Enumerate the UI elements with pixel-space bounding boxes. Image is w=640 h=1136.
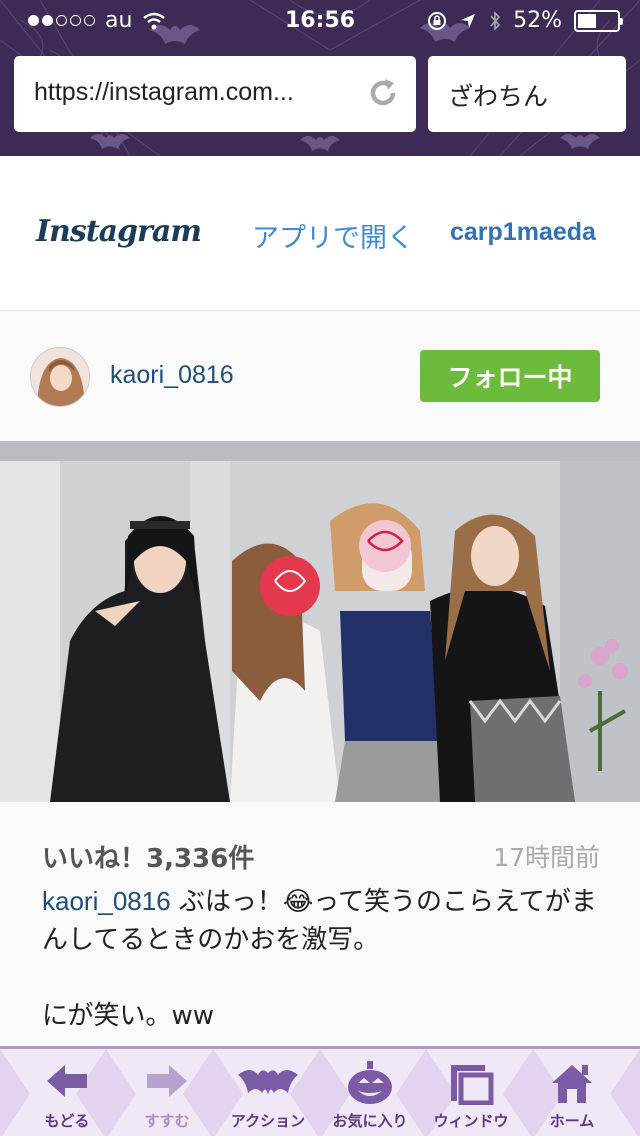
instagram-header: Instagram アプリで開く carp1maeda <box>0 156 640 311</box>
address-url[interactable]: https://instagram.com... <box>34 78 294 107</box>
current-user-link[interactable]: carp1maeda <box>450 218 596 247</box>
forward-label: すすむ <box>144 1112 190 1130</box>
status-right-group: 52% <box>427 8 623 33</box>
window-button[interactable]: ウィンドウ <box>421 1049 521 1136</box>
search-query[interactable]: ざわちん <box>448 77 548 113</box>
forward-button[interactable]: すすむ <box>117 1049 217 1136</box>
browser-top-bar: au 16:56 52% https://instagram.com... ざわ… <box>0 0 640 156</box>
bluetooth-icon <box>490 10 501 31</box>
like-count[interactable]: いいね！3,336件 <box>42 838 254 875</box>
avatar[interactable] <box>30 347 90 407</box>
browser-toolbar: もどる すすむ アクション お気に入り ウィンドウ ホーム <box>0 1046 640 1136</box>
bat-icon <box>238 1070 298 1095</box>
post-header: kaori_0816 フォロー中 <box>0 311 640 441</box>
status-bar: au 16:56 52% <box>0 0 640 44</box>
caption-username[interactable]: kaori_0816 <box>42 886 171 916</box>
address-bar[interactable]: https://instagram.com... <box>14 56 416 132</box>
search-field[interactable]: ざわちん <box>428 56 626 132</box>
post-username[interactable]: kaori_0816 <box>110 361 234 390</box>
battery-percent: 52% <box>513 8 562 33</box>
post-details: いいね！3,336件 17時間前 kaori_0816 ぶはっ！😂って笑うのこら… <box>0 802 640 1046</box>
location-arrow-icon <box>461 13 476 28</box>
favorites-label: お気に入り <box>332 1112 408 1130</box>
rotation-lock-icon <box>428 11 447 30</box>
battery-icon <box>574 9 623 32</box>
battery-level <box>578 13 596 28</box>
window-label: ウィンドウ <box>433 1112 509 1130</box>
back-button[interactable]: もどる <box>17 1049 117 1136</box>
back-label: もどる <box>44 1112 90 1130</box>
following-button[interactable]: フォロー中 <box>420 350 600 402</box>
post-time: 17時間前 <box>493 843 600 872</box>
post-caption: kaori_0816 ぶはっ！😂って笑うのこらえてがまんしてるときのかおを激写。… <box>42 882 602 1035</box>
photo-image <box>0 441 640 802</box>
action-button[interactable]: アクション <box>218 1049 318 1136</box>
back-arrow-icon <box>47 1065 87 1097</box>
post-photo[interactable] <box>0 441 640 802</box>
reload-icon[interactable] <box>366 76 400 110</box>
home-label: ホーム <box>549 1112 595 1130</box>
pumpkin-icon <box>348 1061 392 1104</box>
instagram-logo[interactable]: Instagram <box>36 214 202 249</box>
favorites-button[interactable]: お気に入り <box>320 1049 420 1136</box>
forward-arrow-icon <box>147 1065 187 1097</box>
window-icon <box>451 1065 494 1105</box>
caption-line-2: にが笑い。ww <box>42 1001 215 1031</box>
home-icon <box>552 1065 592 1103</box>
action-label: アクション <box>230 1112 306 1130</box>
home-button[interactable]: ホーム <box>522 1049 622 1136</box>
open-in-app-link[interactable]: アプリで開く <box>252 216 414 255</box>
